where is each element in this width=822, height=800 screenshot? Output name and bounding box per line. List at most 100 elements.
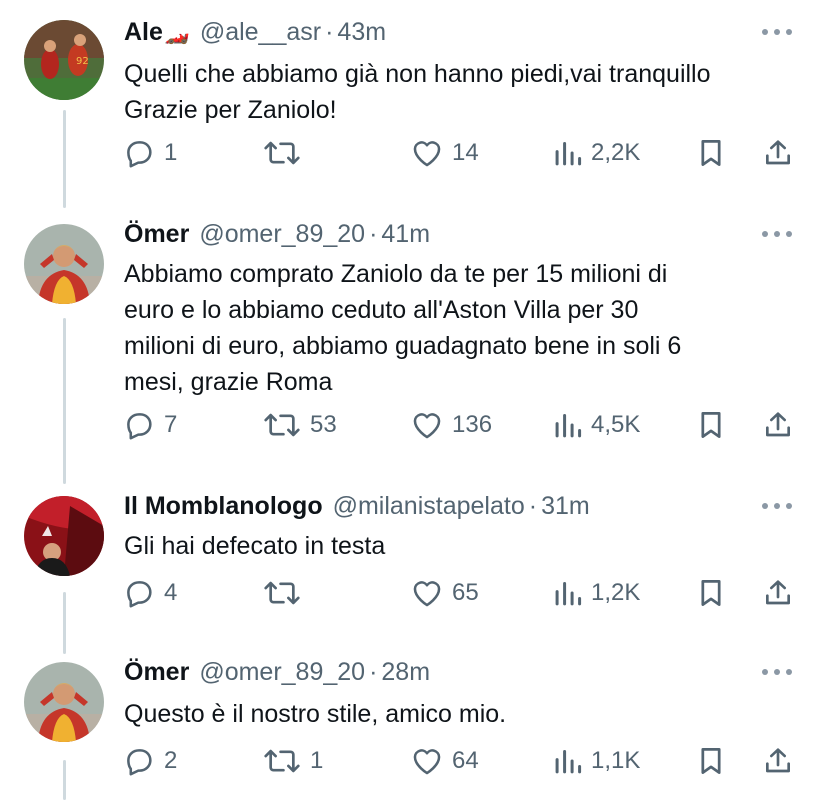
reply-icon [127,581,152,608]
like-count: 136 [452,411,493,438]
tweet-text: Abbiamo comprato Zaniolo da te per 15 mi… [124,260,682,396]
timestamp[interactable]: 43m [337,18,386,47]
views-button[interactable]: 1,2K [553,576,640,610]
name-emoji: 🏎️ [164,23,190,45]
heart-icon [413,413,441,439]
reply-icon [127,749,152,776]
separator-dot: · [369,220,378,248]
share-icon [766,412,790,437]
reply-icon [127,141,152,168]
retweet-icon [264,413,300,437]
views-button[interactable]: 4,5K [553,408,640,442]
tweet-text: Quelli che abbiamo già non hanno piedi,v… [124,60,711,124]
share-button[interactable] [762,408,794,442]
share-icon [766,748,790,773]
display-name[interactable]: Il Momblanologo [124,492,323,521]
tweet-actions: 2 1 64 1,1K [0,744,822,784]
reply-button[interactable]: 2 [122,744,177,778]
reply-button[interactable]: 1 [122,136,177,170]
avatar[interactable]: 92 [24,20,104,100]
retweet-icon [264,141,300,165]
avatar[interactable] [24,662,104,742]
bookmark-button[interactable] [696,576,726,610]
display-name[interactable]: Ömer [124,658,189,687]
bookmark-icon [701,748,721,774]
retweet-button[interactable] [262,136,310,170]
tweet-actions: 1 14 2,2K [0,136,822,176]
user-handle[interactable]: @omer_89_20 [199,658,365,687]
share-button[interactable] [762,576,794,610]
svg-text:92: 92 [76,56,89,67]
views-button[interactable]: 2,2K [553,136,640,170]
reply-button[interactable]: 7 [122,408,177,442]
share-icon [766,140,790,165]
views-count: 2,2K [591,139,641,166]
timestamp[interactable]: 28m [381,658,430,687]
user-handle[interactable]: @milanistapelato [333,492,525,521]
share-icon [766,580,790,605]
bookmark-button[interactable] [696,744,726,778]
reply-icon [127,413,152,440]
tweet-actions: 4 65 1,2K [0,576,822,616]
avatar[interactable] [24,224,104,304]
tweet-text: Gli hai defecato in testa [124,532,386,560]
views-icon [555,141,582,166]
reply-count: 7 [164,411,178,438]
thread-line [63,318,66,484]
views-count: 4,5K [591,411,641,438]
tweet-header: Il Momblanologo @milanistapelato · 31m [124,492,590,526]
like-button[interactable]: 64 [410,744,479,778]
reply-count: 1 [164,139,178,166]
display-name[interactable]: Ale [124,18,163,47]
tweet-header: Ömer @omer_89_20 · 28m [124,658,430,692]
like-count: 65 [452,579,479,606]
share-button[interactable] [762,136,794,170]
like-button[interactable]: 65 [410,576,479,610]
retweet-icon [264,581,300,605]
tweet-actions: 7 53 136 4,5K [0,408,822,448]
heart-icon [413,581,441,607]
more-icon[interactable] [762,22,792,42]
views-icon [555,413,582,438]
retweet-icon [264,749,300,773]
bookmark-icon [701,580,721,606]
like-count: 64 [452,747,479,774]
retweet-count: 1 [310,747,324,774]
tweet-header: Ömer @omer_89_20 · 41m [124,220,430,254]
separator-dot: · [369,658,378,686]
retweet-button[interactable] [262,576,310,610]
bookmark-icon [701,412,721,438]
like-button[interactable]: 14 [410,136,479,170]
views-count: 1,1K [591,747,641,774]
retweet-count: 53 [310,411,337,438]
retweet-button[interactable]: 53 [262,408,337,442]
avatar[interactable] [24,496,104,576]
more-icon[interactable] [762,662,792,682]
more-icon[interactable] [762,224,792,244]
reply-button[interactable]: 4 [122,576,177,610]
like-count: 14 [452,139,479,166]
heart-icon [413,749,441,775]
heart-icon [413,141,441,167]
bookmark-icon [701,140,721,166]
reply-count: 4 [164,579,178,606]
timestamp[interactable]: 41m [381,220,430,249]
like-button[interactable]: 136 [410,408,492,442]
views-button[interactable]: 1,1K [553,744,640,778]
user-handle[interactable]: @ale__asr [200,18,321,47]
user-handle[interactable]: @omer_89_20 [199,220,365,249]
separator-dot: · [325,18,334,46]
bookmark-button[interactable] [696,136,726,170]
more-icon[interactable] [762,496,792,516]
tweet-header: Ale 🏎️ @ale__asr · 43m [124,18,386,52]
bookmark-button[interactable] [696,408,726,442]
share-button[interactable] [762,744,794,778]
reply-count: 2 [164,747,178,774]
separator-dot: · [528,492,538,520]
display-name[interactable]: Ömer [124,220,189,249]
tweet-text: Questo è il nostro stile, amico mio. [124,700,507,728]
retweet-button[interactable]: 1 [262,744,323,778]
views-count: 1,2K [591,579,641,606]
views-icon [555,581,582,606]
timestamp[interactable]: 31m [541,492,590,521]
